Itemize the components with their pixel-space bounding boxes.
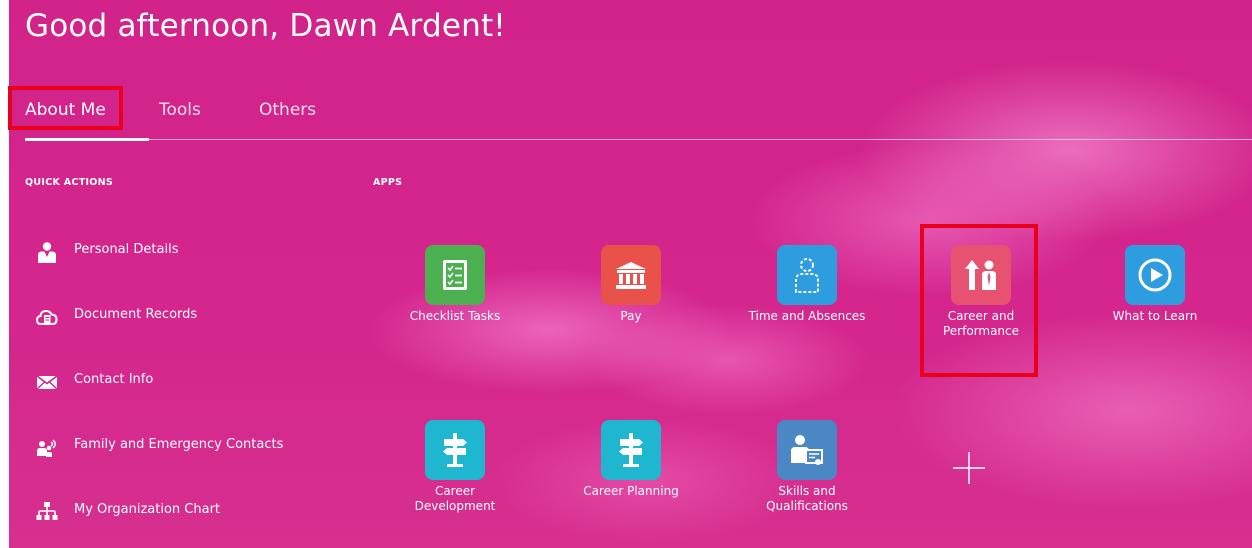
app-checklist-tasks[interactable]: Checklist Tasks [395, 245, 515, 324]
app-label: Career Planning [583, 484, 679, 498]
person-certificate-icon [791, 435, 823, 465]
quick-action-contact-info[interactable]: Contact Info [25, 368, 325, 398]
greeting-title: Good afternoon, Dawn Ardent! [25, 8, 506, 44]
cloud-document-icon [35, 309, 58, 325]
family-contacts-icon [37, 439, 56, 457]
quick-action-org-chart[interactable]: My Organization Chart [25, 498, 325, 528]
quick-action-document-records[interactable]: Document Records [25, 303, 325, 333]
tab-others[interactable]: Others [259, 100, 316, 120]
app-career-and-performance[interactable]: Career and Performance [921, 245, 1041, 339]
app-label: Career and Performance [942, 309, 1020, 338]
tab-about-me[interactable]: About Me [25, 100, 106, 120]
org-chart-icon [36, 502, 58, 520]
tab-bar-divider [25, 139, 1252, 140]
quick-actions-title: QUICK ACTIONS [25, 177, 114, 188]
person-icon [38, 242, 56, 263]
app-label: Career Development [414, 484, 496, 513]
app-label: What to Learn [1112, 309, 1198, 323]
app-label: Time and Absences [748, 309, 866, 323]
career-arrow-person-icon [965, 260, 996, 290]
quick-action-label: Personal Details [74, 242, 179, 257]
quick-action-label: Contact Info [74, 372, 154, 387]
person-outline-icon [795, 258, 819, 293]
quick-action-personal-details[interactable]: Personal Details [25, 238, 325, 268]
app-tile [425, 245, 485, 305]
app-time-and-absences[interactable]: Time and Absences [747, 245, 867, 324]
signpost-icon [619, 433, 643, 467]
app-tile [777, 245, 837, 305]
app-career-development[interactable]: Career Development [395, 420, 515, 514]
plus-icon [953, 452, 985, 484]
quick-action-label: Family and Emergency Contacts [74, 437, 284, 452]
app-tile [951, 245, 1011, 305]
bank-building-icon [616, 262, 646, 289]
app-career-planning[interactable]: Career Planning [571, 420, 691, 499]
envelope-icon [36, 375, 58, 390]
app-label: Pay [620, 309, 642, 323]
app-pay[interactable]: Pay [571, 245, 691, 324]
app-tile [601, 245, 661, 305]
app-what-to-learn[interactable]: What to Learn [1095, 245, 1215, 324]
quick-action-label: My Organization Chart [74, 502, 221, 517]
app-tile [425, 420, 485, 480]
app-tile [777, 420, 837, 480]
quick-action-family-emergency[interactable]: Family and Emergency Contacts [25, 433, 325, 463]
app-tile [1125, 245, 1185, 305]
app-tile [601, 420, 661, 480]
springboard: Good afternoon, Dawn Ardent! About Me To… [8, 0, 1252, 548]
checklist-icon [443, 260, 467, 290]
tab-tools[interactable]: Tools [159, 100, 201, 120]
app-label: Skills and Qualifications [766, 484, 848, 513]
apps-title: APPS [373, 177, 403, 188]
quick-action-label: Document Records [74, 307, 198, 322]
add-app-button[interactable] [941, 440, 997, 496]
tab-bar: About Me Tools Others [9, 90, 1252, 142]
app-label: Checklist Tasks [409, 309, 501, 323]
play-circle-icon [1138, 258, 1172, 292]
app-skills-and-qualifications[interactable]: Skills and Qualifications [747, 420, 867, 514]
signpost-icon [443, 433, 467, 467]
